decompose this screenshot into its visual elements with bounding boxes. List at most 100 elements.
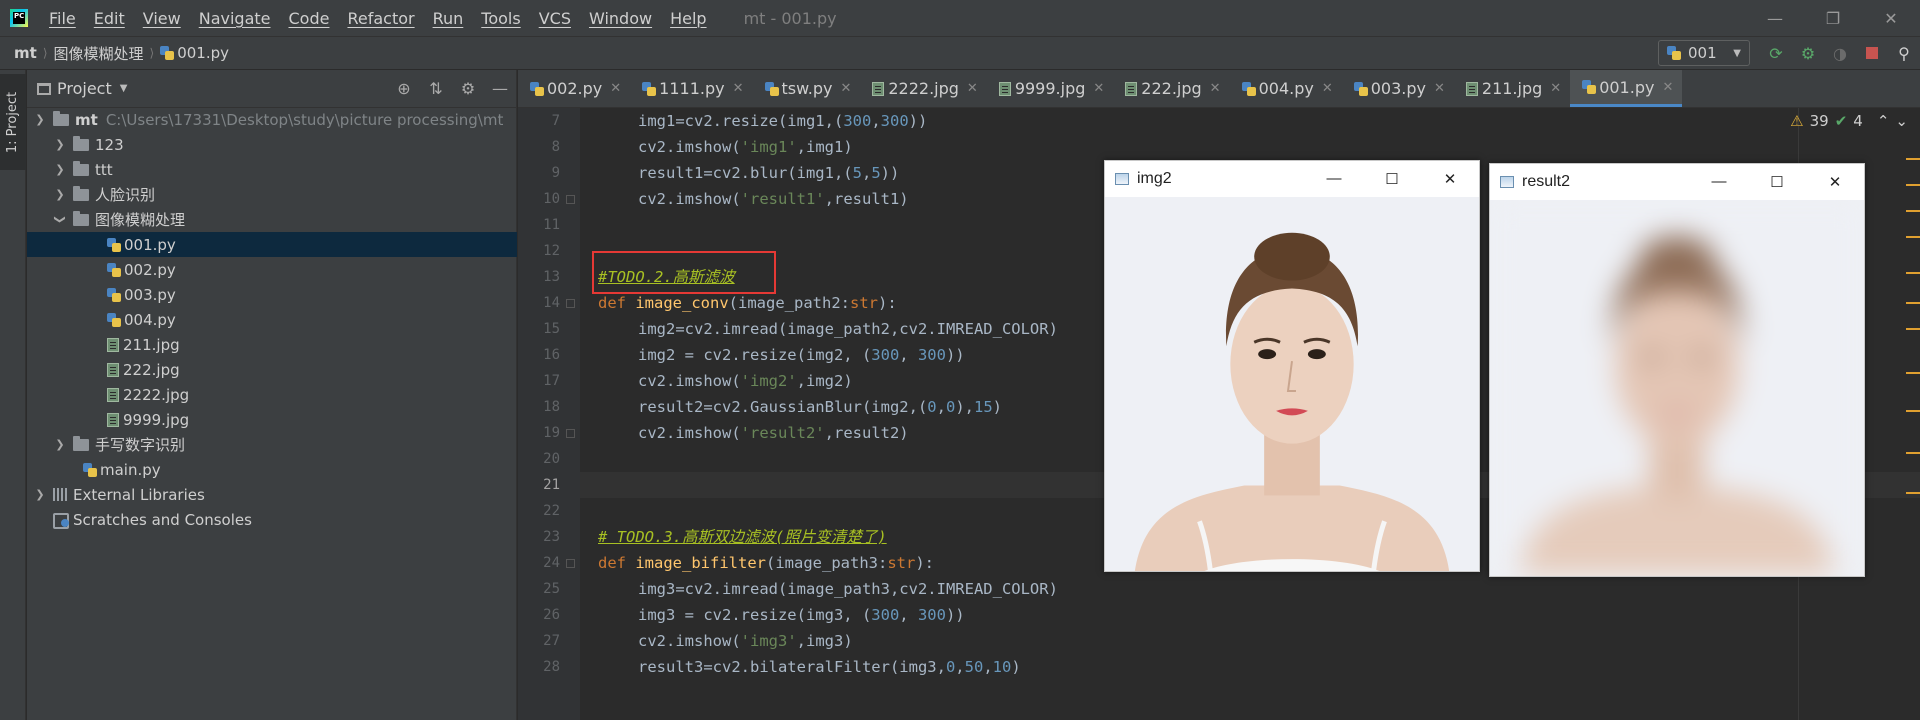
- tree-item-002-py[interactable]: 002.py: [27, 257, 517, 282]
- code-line[interactable]: img3=cv2.imread(image_path3,cv2.IMREAD_C…: [580, 576, 1920, 602]
- menu-edit[interactable]: Edit: [85, 9, 134, 28]
- menu-refactor[interactable]: Refactor: [338, 9, 423, 28]
- tab-222-jpg[interactable]: 222.jpg ✕: [1113, 70, 1229, 107]
- code-line[interactable]: img1=cv2.resize(img1,(300,300)): [580, 108, 1920, 134]
- rerun-icon[interactable]: ⟳: [1760, 37, 1792, 69]
- menu-help[interactable]: Help: [661, 9, 715, 28]
- restore-icon[interactable]: ❐: [1804, 0, 1862, 36]
- tab-tsw-py[interactable]: tsw.py ✕: [753, 70, 861, 107]
- collapse-all-icon[interactable]: ⇅: [420, 79, 452, 98]
- stripe-mark[interactable]: [1906, 328, 1920, 330]
- tab-003-py[interactable]: 003.py ✕: [1342, 70, 1454, 107]
- tab-004-py[interactable]: 004.py ✕: [1230, 70, 1342, 107]
- error-stripe[interactable]: [1906, 152, 1920, 552]
- close-tab-icon[interactable]: ✕: [1662, 80, 1673, 95]
- menu-view[interactable]: View: [134, 9, 190, 28]
- tab-001-py[interactable]: 001.py ✕: [1570, 70, 1683, 107]
- stripe-mark[interactable]: [1906, 410, 1920, 412]
- tree-item-2222-jpg[interactable]: 2222.jpg: [27, 382, 517, 407]
- close-tab-icon[interactable]: ✕: [1322, 81, 1333, 96]
- fold-marker-icon[interactable]: [566, 299, 575, 308]
- breadcrumb-file[interactable]: 001.py: [177, 44, 229, 62]
- maximize-icon[interactable]: ☐: [1748, 173, 1806, 191]
- stripe-mark[interactable]: [1906, 272, 1920, 274]
- stripe-mark[interactable]: [1906, 492, 1920, 494]
- inspection-widget[interactable]: ⚠ 39 ✔ 4 ⌃ ⌄: [1790, 112, 1908, 130]
- tree-item-face-recognition[interactable]: ❯ 人脸识别: [27, 182, 517, 207]
- stripe-mark[interactable]: [1906, 158, 1920, 160]
- search-icon[interactable]: ⚲: [1888, 37, 1920, 69]
- stripe-mark[interactable]: [1906, 452, 1920, 454]
- debug-icon[interactable]: ⚙: [1792, 37, 1824, 69]
- run-with-coverage-icon[interactable]: ◑: [1824, 37, 1856, 69]
- result2-titlebar[interactable]: result2 — ☐ ✕: [1490, 164, 1864, 200]
- close-tab-icon[interactable]: ✕: [1550, 81, 1561, 96]
- fold-marker-icon[interactable]: [566, 429, 575, 438]
- close-tab-icon[interactable]: ✕: [1434, 81, 1445, 96]
- tree-item-003-py[interactable]: 003.py: [27, 282, 517, 307]
- tree-item-external-libraries[interactable]: ❯ External Libraries: [27, 482, 517, 507]
- breadcrumb-project[interactable]: mt: [14, 44, 37, 62]
- minimize-icon[interactable]: —: [1746, 0, 1804, 36]
- menu-code[interactable]: Code: [280, 9, 339, 28]
- chevron-right-icon[interactable]: ❯: [33, 488, 47, 501]
- chevron-right-icon[interactable]: ❯: [53, 138, 67, 151]
- chevron-down-icon[interactable]: ▼: [120, 83, 128, 94]
- minimize-icon[interactable]: —: [1690, 173, 1748, 191]
- project-tool-window-tab[interactable]: 1: Project: [0, 74, 26, 170]
- stripe-mark[interactable]: [1906, 372, 1920, 374]
- tree-item-9999-jpg[interactable]: 9999.jpg: [27, 407, 517, 432]
- tree-item-211-jpg[interactable]: 211.jpg: [27, 332, 517, 357]
- chevron-down-icon[interactable]: ❯: [33, 113, 47, 126]
- close-tab-icon[interactable]: ✕: [967, 81, 978, 96]
- close-tab-icon[interactable]: ✕: [1210, 81, 1221, 96]
- menu-navigate[interactable]: Navigate: [190, 9, 280, 28]
- stripe-mark[interactable]: [1906, 302, 1920, 304]
- tab-002-py[interactable]: 002.py ✕: [518, 70, 630, 107]
- tree-item-123[interactable]: ❯ 123: [27, 132, 517, 157]
- locate-file-icon[interactable]: ⊕: [388, 79, 420, 98]
- fold-marker-icon[interactable]: [566, 559, 575, 568]
- maximize-icon[interactable]: ☐: [1363, 170, 1421, 188]
- previous-highlight-icon[interactable]: ⌃: [1877, 112, 1890, 130]
- code-line[interactable]: cv2.imshow('img1',img1): [580, 134, 1920, 160]
- chevron-right-icon[interactable]: ❯: [53, 438, 67, 451]
- hide-panel-icon[interactable]: —: [484, 79, 516, 98]
- tree-item-image-blur[interactable]: ❯ 图像模糊处理: [27, 207, 517, 232]
- img2-window[interactable]: img2 — ☐ ✕: [1104, 160, 1480, 572]
- close-tab-icon[interactable]: ✕: [610, 81, 621, 96]
- menu-file[interactable]: File: [40, 9, 85, 28]
- tab-211-jpg[interactable]: 211.jpg ✕: [1454, 70, 1570, 107]
- tab-9999-jpg[interactable]: 9999.jpg ✕: [987, 70, 1113, 107]
- next-highlight-icon[interactable]: ⌄: [1895, 112, 1908, 130]
- code-line[interactable]: img3 = cv2.resize(img3, (300, 300)): [580, 602, 1920, 628]
- tree-item-ttt[interactable]: ❯ ttt: [27, 157, 517, 182]
- breadcrumb-folder[interactable]: 图像模糊处理: [54, 43, 144, 64]
- tree-item-scratches[interactable]: Scratches and Consoles: [27, 507, 517, 532]
- tab-2222-jpg[interactable]: 2222.jpg ✕: [860, 70, 986, 107]
- tree-item-handwriting[interactable]: ❯ 手写数字识别: [27, 432, 517, 457]
- result2-window[interactable]: result2 — ☐ ✕: [1489, 163, 1865, 577]
- stripe-mark[interactable]: [1906, 210, 1920, 212]
- run-configuration-select[interactable]: 001 ▼: [1658, 40, 1750, 66]
- menu-run[interactable]: Run: [424, 9, 473, 28]
- code-line[interactable]: result3=cv2.bilateralFilter(img3,0,50,10…: [580, 654, 1920, 680]
- project-panel-title[interactable]: Project: [57, 79, 112, 98]
- chevron-right-icon[interactable]: ❯: [53, 163, 67, 176]
- menu-window[interactable]: Window: [580, 9, 661, 28]
- close-icon[interactable]: ✕: [1806, 173, 1864, 191]
- menu-vcs[interactable]: VCS: [530, 9, 580, 28]
- chevron-down-icon[interactable]: ❯: [54, 213, 67, 227]
- close-icon[interactable]: ✕: [1421, 170, 1479, 188]
- chevron-right-icon[interactable]: ❯: [53, 188, 67, 201]
- img2-titlebar[interactable]: img2 — ☐ ✕: [1105, 161, 1479, 197]
- close-tab-icon[interactable]: ✕: [1093, 81, 1104, 96]
- stop-icon[interactable]: [1856, 37, 1888, 69]
- stripe-mark[interactable]: [1906, 184, 1920, 186]
- stripe-mark[interactable]: [1906, 236, 1920, 238]
- close-tab-icon[interactable]: ✕: [840, 81, 851, 96]
- close-tab-icon[interactable]: ✕: [733, 81, 744, 96]
- settings-gear-icon[interactable]: ⚙: [452, 79, 484, 98]
- minimize-icon[interactable]: —: [1305, 170, 1363, 188]
- tree-item-222-jpg[interactable]: 222.jpg: [27, 357, 517, 382]
